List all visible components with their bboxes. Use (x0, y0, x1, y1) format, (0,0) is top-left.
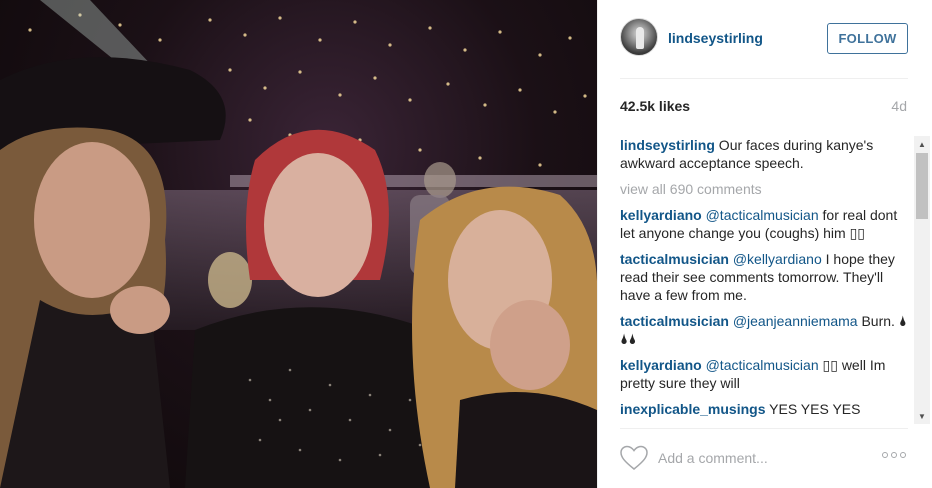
more-dot (891, 452, 897, 458)
comments-scrollbar[interactable]: ▲ ▼ (914, 136, 930, 424)
comment-user[interactable]: kellyardiano (620, 207, 702, 223)
instagram-post-modal: lindseystirling FOLLOW 42.5k likes 4d li… (0, 0, 932, 488)
follow-button[interactable]: FOLLOW (827, 23, 908, 54)
comment-mention[interactable]: @tacticalmusician (706, 357, 819, 373)
header-divider (620, 78, 908, 79)
heart-icon[interactable] (620, 445, 648, 471)
comment-user[interactable]: kellyardiano (620, 357, 702, 373)
more-dot (882, 452, 888, 458)
comment-user[interactable]: tacticalmusician (620, 251, 729, 267)
list-item: tacticalmusician @kellyardiano I hope th… (620, 250, 912, 304)
comment-user[interactable]: tacticalmusician (620, 313, 729, 329)
comment-mention[interactable]: @kellyardiano (733, 251, 822, 267)
post-photo[interactable] (0, 0, 597, 488)
view-all-comments-link[interactable]: view all 690 comments (620, 180, 912, 198)
comment-input[interactable] (658, 448, 868, 468)
list-item: kellyardiano @tacticalmusician for real … (620, 206, 912, 242)
more-dot (900, 452, 906, 458)
post-age[interactable]: 4d (891, 98, 907, 114)
post-footer (598, 428, 932, 488)
more-options-icon[interactable] (882, 452, 910, 462)
comments-list: lindseystirling Our faces during kanye's… (620, 136, 912, 424)
comment-text: YES YES YES (765, 401, 861, 417)
avatar[interactable] (620, 18, 658, 56)
post-header: lindseystirling FOLLOW (598, 0, 932, 78)
post-details-panel: lindseystirling FOLLOW 42.5k likes 4d li… (597, 0, 932, 488)
list-item: inexplicable_musings YES YES YES (620, 400, 912, 418)
comment-mention[interactable]: @tacticalmusician (706, 207, 819, 223)
photo-illustration (0, 0, 597, 488)
caption: lindseystirling Our faces during kanye's… (620, 136, 912, 172)
scroll-thumb[interactable] (916, 153, 928, 219)
list-item: tacticalmusician @jeanjeanniemama Burn. … (620, 312, 912, 348)
scroll-down-arrow-icon[interactable]: ▼ (914, 408, 930, 424)
likes-count[interactable]: 42.5k likes (620, 98, 690, 114)
avatar-figure (636, 27, 644, 49)
username[interactable]: lindseystirling (668, 30, 763, 46)
list-item: kellyardiano @tacticalmusician ▯▯ well I… (620, 356, 912, 392)
comment-user[interactable]: inexplicable_musings (620, 401, 766, 417)
caption-user[interactable]: lindseystirling (620, 137, 715, 153)
comment-mention[interactable]: @jeanjeanniemama (733, 313, 858, 329)
scroll-up-arrow-icon[interactable]: ▲ (914, 136, 930, 152)
